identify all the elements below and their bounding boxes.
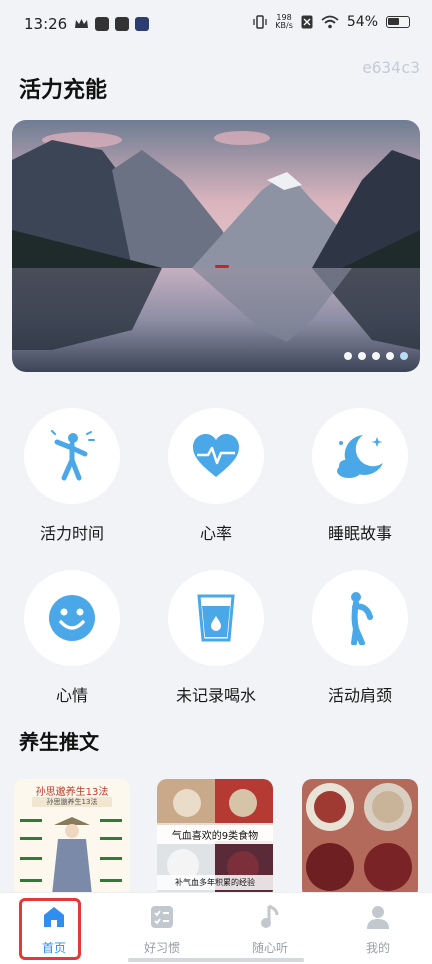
crown-icon <box>75 19 88 28</box>
carousel-dots <box>344 352 408 360</box>
article-caption: 气血喜欢的9类食物 <box>157 825 273 844</box>
nav-habits[interactable]: 好习惯 <box>126 903 198 956</box>
feature-label: 活力时间 <box>39 524 104 543</box>
feature-label: 心率 <box>199 524 232 543</box>
article-card[interactable]: 气血喜欢的9类食物 补气血多年积累的经验 <box>157 779 273 899</box>
feature-heart-rate[interactable]: 心率 <box>146 408 286 544</box>
feature-label: 未记录喝水 <box>175 686 256 705</box>
carousel-dot[interactable] <box>344 352 352 360</box>
watermark-hex: e634c3 <box>362 58 420 77</box>
feature-icon-circle <box>24 570 120 666</box>
feature-icon-circle <box>168 408 264 504</box>
person-icon <box>367 906 389 929</box>
status-right: 198 KB/s 54% <box>253 14 410 30</box>
article-illustration <box>20 817 122 895</box>
feature-icon-circle <box>312 570 408 666</box>
feature-water[interactable]: 未记录喝水 <box>146 570 286 706</box>
sim-off-icon <box>301 15 313 29</box>
music-note-icon <box>261 904 279 928</box>
article-card[interactable]: 孙思邈养生13法 孙思邈养生13法 <box>14 779 130 899</box>
banner-image <box>12 120 420 372</box>
battery-icon <box>386 16 410 28</box>
feature-label: 活动肩颈 <box>327 686 392 705</box>
vibrate-icon <box>253 15 267 29</box>
selection-highlight <box>19 898 81 960</box>
network-speed: 198 KB/s <box>275 14 293 30</box>
carousel-dot-active[interactable] <box>400 352 408 360</box>
play-notification-icon <box>135 17 149 31</box>
feature-icon-circle <box>168 570 264 666</box>
smiley-face-icon <box>49 595 95 641</box>
feature-mood[interactable]: 心情 <box>2 570 142 706</box>
status-time: 13:26 <box>24 15 68 33</box>
article-card[interactable] <box>302 779 418 899</box>
article-subcaption: 补气血多年积累的经验 <box>157 875 273 890</box>
carousel-dot[interactable] <box>372 352 380 360</box>
section-title: 养生推文 <box>19 730 99 754</box>
nav-label: 好习惯 <box>143 941 180 955</box>
page-title: 活力充能 <box>19 78 108 103</box>
feature-active-time[interactable]: 活力时间 <box>2 408 142 544</box>
nav-label: 随心听 <box>251 941 288 955</box>
moon-stars-icon <box>337 435 383 478</box>
feature-sleep-story[interactable]: 睡眠故事 <box>290 408 430 544</box>
nav-label: 我的 <box>365 941 390 955</box>
feature-neck-stretch[interactable]: 活动肩颈 <box>290 570 430 706</box>
status-bar: 13:26 198 KB/s 54% <box>0 0 432 52</box>
water-glass-icon <box>197 594 235 642</box>
wifi-icon <box>321 15 339 29</box>
feature-icon-circle <box>312 408 408 504</box>
feature-label: 睡眠故事 <box>327 524 392 543</box>
banner-carousel[interactable] <box>12 120 420 372</box>
notification-icons <box>74 17 149 31</box>
carousel-dot[interactable] <box>386 352 394 360</box>
network-speed-unit: KB/s <box>275 21 293 30</box>
carousel-dot[interactable] <box>358 352 366 360</box>
heart-rate-icon <box>193 434 239 477</box>
mail-notification-icon <box>115 17 129 31</box>
home-indicator[interactable] <box>128 958 304 962</box>
feature-label: 心情 <box>55 686 88 705</box>
nav-listen[interactable]: 随心听 <box>234 903 306 956</box>
stretch-pose-icon <box>351 592 373 645</box>
person-running-icon <box>51 430 95 481</box>
feature-icon-circle <box>24 408 120 504</box>
nav-mine[interactable]: 我的 <box>342 903 414 956</box>
battery-percent: 54% <box>346 14 378 30</box>
article-food-photo <box>306 783 412 891</box>
app-notification-icon <box>95 17 109 31</box>
checklist-icon <box>151 906 173 928</box>
